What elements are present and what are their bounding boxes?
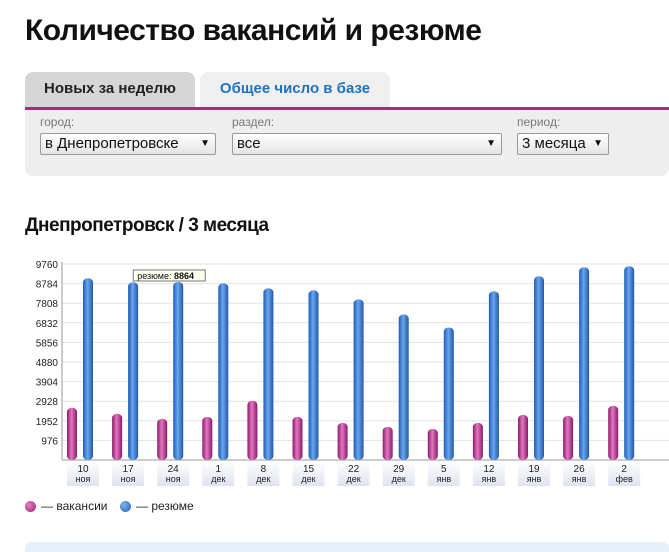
bar-vacancies xyxy=(472,422,483,460)
chevron-down-icon: ▼ xyxy=(486,138,496,149)
bar-resumes xyxy=(308,290,319,460)
city-select[interactable]: в Днепропетровске ▼ xyxy=(40,133,216,155)
y-tick-label: 3904 xyxy=(36,378,59,389)
x-tick-label-month: ноя xyxy=(121,474,136,484)
x-tick-label-month: ноя xyxy=(166,474,181,484)
tooltip-value: 8864 xyxy=(174,271,194,281)
period-label: период: xyxy=(517,115,561,129)
bar-resumes xyxy=(443,327,454,460)
chevron-down-icon: ▼ xyxy=(593,138,603,149)
section-label: раздел: xyxy=(232,115,275,129)
bar-vacancies xyxy=(382,426,393,460)
y-tick-label: 7808 xyxy=(36,299,59,310)
chevron-down-icon: ▼ xyxy=(200,138,210,149)
tooltip-text: резюме: 8864 xyxy=(137,271,194,281)
legend-item-resumes: — резюме xyxy=(120,499,194,513)
section-select[interactable]: все ▼ xyxy=(232,133,502,155)
legend-label-resumes: — резюме xyxy=(136,499,194,513)
bar-resumes xyxy=(353,299,364,460)
page-title: Количество вакансий и резюме xyxy=(25,14,482,47)
bar-vacancies xyxy=(202,416,213,460)
x-tick-label-month: дек xyxy=(211,474,225,484)
bar-resumes xyxy=(488,291,499,460)
x-tick-label-month: дек xyxy=(392,474,406,484)
y-tick-label: 976 xyxy=(41,436,58,447)
y-tick-label: 2928 xyxy=(36,397,59,408)
bar-resumes xyxy=(624,266,635,460)
x-tick-label-month: янв xyxy=(482,474,497,484)
x-tick-label-month: янв xyxy=(436,474,451,484)
x-tick-label-month: фев xyxy=(616,474,633,484)
bar-vacancies xyxy=(608,405,619,460)
bar-vacancies xyxy=(563,415,574,460)
filter-panel: город: в Днепропетровске ▼ раздел: все ▼… xyxy=(25,110,669,176)
period-select-value: 3 месяца xyxy=(522,135,586,152)
legend-label-vacancies: — вакансии xyxy=(41,499,108,513)
x-tick-label-month: ноя xyxy=(76,474,91,484)
bar-resumes xyxy=(534,276,544,460)
bar-resumes xyxy=(128,282,139,460)
y-tick-label: 4880 xyxy=(36,358,59,369)
chart-heading: Днепропетровск / 3 месяца xyxy=(25,215,269,236)
resumes-dot-icon xyxy=(120,501,131,512)
bar-resumes xyxy=(398,314,409,460)
bar-resumes xyxy=(173,281,184,460)
y-tick-label: 6832 xyxy=(36,319,59,330)
bottom-panel-edge xyxy=(25,542,669,552)
bar-resumes xyxy=(263,288,274,460)
tab-total-in-database[interactable]: Общее число в базе xyxy=(200,72,390,108)
bar-vacancies xyxy=(247,400,258,460)
section-select-value: все xyxy=(237,135,261,152)
bar-resumes xyxy=(218,283,229,460)
bar-vacancies xyxy=(67,407,77,460)
x-tick-label-month: янв xyxy=(527,474,542,484)
city-label: город: xyxy=(40,115,75,129)
y-tick-label: 8784 xyxy=(36,280,59,291)
vacancies-dot-icon xyxy=(25,501,36,512)
bar-vacancies xyxy=(292,416,303,460)
x-tick-label-month: дек xyxy=(301,474,315,484)
bar-vacancies xyxy=(337,422,348,460)
bar-resumes xyxy=(83,278,93,460)
city-select-value: в Днепропетровске xyxy=(45,135,179,152)
y-tick-label: 1952 xyxy=(36,417,59,428)
tooltip-series-label: резюме: xyxy=(137,271,174,281)
x-tick-label-month: янв xyxy=(572,474,587,484)
chart: 976195229283904488058566832780887849760 … xyxy=(36,260,669,486)
bar-vacancies xyxy=(112,413,123,460)
legend-item-vacancies: — вакансии xyxy=(25,499,107,513)
bar-vacancies xyxy=(157,418,168,460)
period-select[interactable]: 3 месяца ▼ xyxy=(517,133,609,155)
y-tick-label: 9760 xyxy=(36,260,59,271)
x-tick-label-month: дек xyxy=(346,474,360,484)
bar-vacancies xyxy=(518,414,528,460)
y-tick-label: 5856 xyxy=(36,338,59,349)
bar-resumes xyxy=(579,267,590,460)
bar-vacancies xyxy=(427,428,438,460)
tab-new-this-week[interactable]: Новых за неделю xyxy=(25,72,195,108)
x-tick-label-month: дек xyxy=(256,474,270,484)
